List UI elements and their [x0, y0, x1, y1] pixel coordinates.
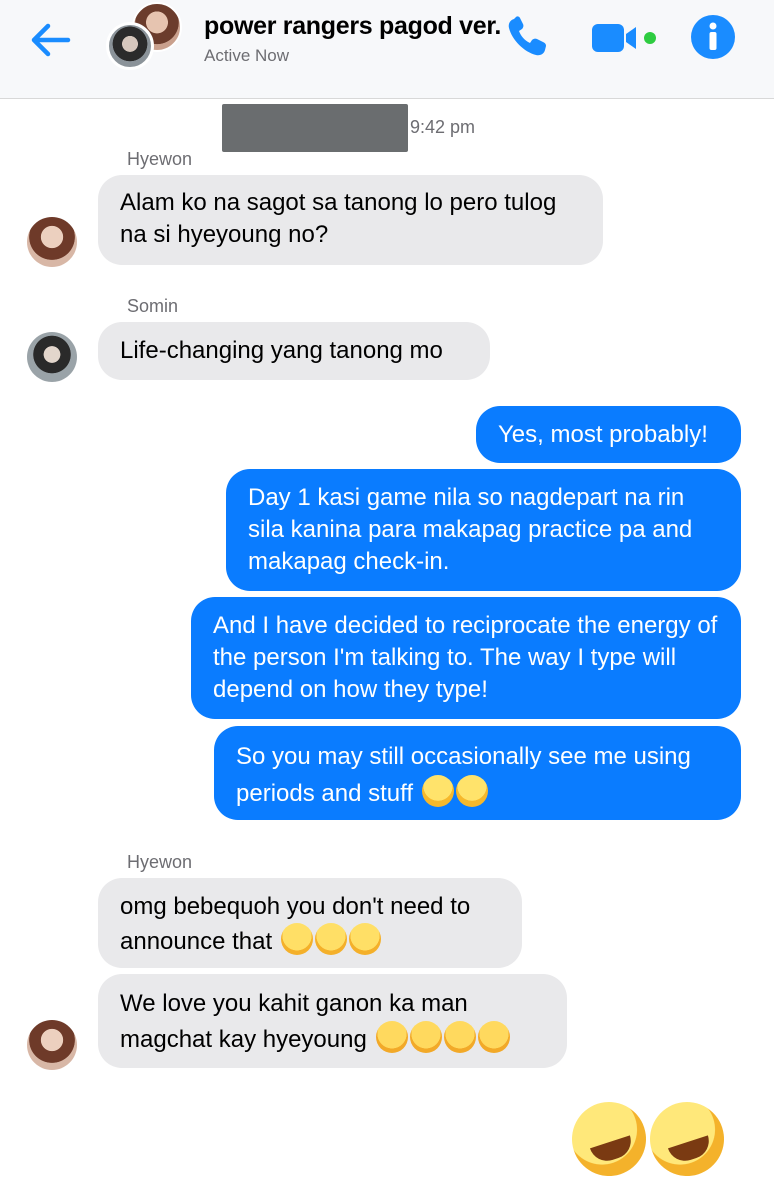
video-call-button[interactable]: [590, 20, 658, 56]
group-avatar[interactable]: [106, 2, 182, 72]
info-icon: [691, 15, 735, 59]
phone-icon: [508, 16, 546, 56]
kissing-face-emoji: [375, 1021, 408, 1053]
message-timestamp: 9:42 pm: [410, 117, 476, 137]
message-text: Life-changing yang tanong mo: [120, 337, 443, 364]
sender-name: Somin: [127, 296, 179, 316]
sender-name: Hyewon: [127, 149, 193, 169]
rolling-laughing-emoji[interactable]: [640, 1092, 734, 1186]
message-bubble-incoming[interactable]: We love you kahit ganon ka man magchat k…: [98, 974, 567, 1068]
call-button[interactable]: [504, 14, 550, 60]
back-button[interactable]: [26, 18, 76, 62]
rolling-laughing-emoji[interactable]: [562, 1092, 656, 1186]
message-text: Alam ko na sagot sa tanong lo pero tulog…: [120, 189, 557, 248]
back-arrow-icon: [31, 23, 71, 57]
sender-name: Hyewon: [127, 852, 193, 872]
chat-title[interactable]: power rangers pagod ver.: [204, 12, 501, 41]
avatar[interactable]: [27, 332, 77, 382]
kissing-face-emoji: [477, 1021, 510, 1053]
kissing-face-emoji: [409, 1021, 442, 1053]
video-camera-icon: [592, 24, 656, 52]
message-text: Day 1 kasi game nila so nagdepart na rin…: [248, 484, 693, 575]
avatar[interactable]: [27, 1020, 77, 1070]
grinning-face-emoji: [455, 775, 488, 807]
message-bubble-incoming[interactable]: omg bebequoh you don't need to announce …: [98, 878, 522, 968]
message-bubble-outgoing[interactable]: So you may still occasionally see me usi…: [214, 726, 741, 820]
message-bubble-outgoing[interactable]: Day 1 kasi game nila so nagdepart na rin…: [226, 469, 741, 591]
message-text: Yes, most probably!: [498, 421, 708, 448]
pleading-face-emoji: [314, 923, 347, 955]
avatar: [106, 22, 154, 70]
message-bubble-outgoing[interactable]: And I have decided to reciprocate the en…: [191, 597, 741, 719]
pleading-face-emoji: [348, 923, 381, 955]
message-text: And I have decided to reciprocate the en…: [213, 612, 718, 703]
active-status: Active Now: [204, 46, 290, 65]
message-bubble-incoming[interactable]: Alam ko na sagot sa tanong lo pero tulog…: [98, 175, 603, 265]
message-bubble-incoming[interactable]: Life-changing yang tanong mo: [98, 322, 490, 380]
grinning-face-emoji: [421, 775, 454, 807]
redacted-block: [222, 104, 408, 152]
pleading-face-emoji: [280, 923, 313, 955]
kissing-face-emoji: [443, 1021, 476, 1053]
avatar[interactable]: [27, 217, 77, 267]
chat-header: power rangers pagod ver. Active Now: [0, 0, 774, 99]
message-bubble-outgoing[interactable]: Yes, most probably!: [476, 406, 741, 463]
info-button[interactable]: [690, 14, 736, 60]
